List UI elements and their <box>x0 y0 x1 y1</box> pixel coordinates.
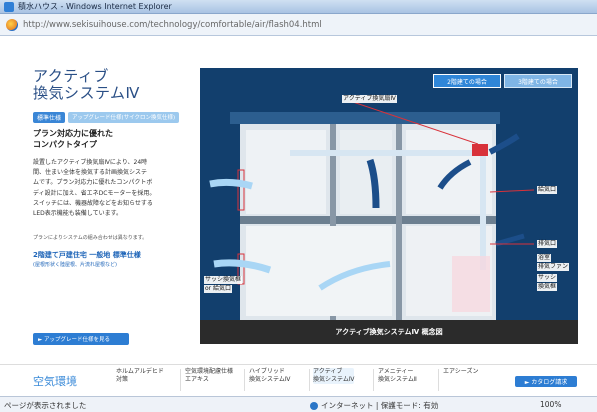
zoom-level[interactable]: 100% <box>540 400 561 409</box>
nav-item-label: 対策 <box>116 376 129 383</box>
spec-subheading: (屋根形状く陸屋根、片流れ屋根など) <box>33 262 117 268</box>
sub-heading: プラン対応力に優れた コンパクトタイプ <box>33 128 113 150</box>
sub-heading-line-1: プラン対応力に優れた <box>33 129 113 138</box>
security-zone[interactable]: インターネット | 保護モード: 有効 <box>310 400 438 411</box>
window-titlebar: 積水ハウス - Windows Internet Explorer <box>0 0 597 14</box>
callout-sash-right-2: 換気框 <box>537 283 558 291</box>
nav-item-label: 空気環境配慮仕様 <box>185 368 234 375</box>
heading-line-1: アクティブ <box>33 67 109 85</box>
nav-item-label: 換気システムⅣ <box>313 376 355 383</box>
callout-exhaust: 排気口 <box>537 240 558 248</box>
spec-heading: 2階建て戸建住宅 一般地 標準仕様 <box>33 251 141 259</box>
security-zone-label: インターネット | 保護モード: 有効 <box>321 401 439 410</box>
callout-fan: アクティブ換気扇Ⅳ <box>342 95 397 103</box>
airflow-arrow-in-1 <box>209 178 253 190</box>
nav-item-label: エアキス <box>185 376 209 383</box>
description-line: スイッチには、機器故障などをお知らせする <box>33 199 153 207</box>
ventilation-diagram: 2階建ての場合 3階建ての場合 アクティブ換気扇Ⅳ 給気口 サッシ換気框 or … <box>200 68 578 344</box>
nav-item-label: アクティブ <box>313 368 343 375</box>
description: 設置したアクティブ換気扇Ⅳにより、24時 間、住まい全体を換気する計画換気システ… <box>33 158 185 219</box>
description-line: ディ設計に加え、省エネDCモーターを採用。 <box>33 189 156 197</box>
roof <box>230 112 500 124</box>
description-line: ムです。プラン対応力に優れたコンパクトボ <box>33 179 153 187</box>
plan-note: プランによりシステムの組み合わせは異なります。 <box>33 235 148 241</box>
nav-divider <box>438 369 439 391</box>
nav-item-label: エアシーズン <box>443 368 479 375</box>
tab-3-story[interactable]: 3階建ての場合 <box>504 74 572 88</box>
address-bar[interactable]: http://www.sekisuihouse.com/technology/c… <box>0 14 597 36</box>
badge-upgrade: アップグレード仕様(サイクロン換気仕様) <box>68 112 180 123</box>
page-content: アクティブ 換気システムⅣ 標準仕様 アップグレード仕様(サイクロン換気仕様) … <box>0 36 597 364</box>
window-title: 積水ハウス - Windows Internet Explorer <box>18 2 172 11</box>
status-text: ページが表示されました <box>4 401 87 410</box>
nav-item-label: ハイブリッド <box>249 368 285 375</box>
callout-sash-left-2: or 給気口 <box>204 285 233 293</box>
section-title: 空気環境 <box>33 375 77 388</box>
nav-item-airseason[interactable]: エアシーズン <box>443 368 478 376</box>
ie-page-icon <box>6 18 18 31</box>
nav-item-label: ホルムアルデヒド <box>116 368 164 375</box>
floor-slab <box>240 216 496 224</box>
nav-item-label: アメニティー <box>378 368 414 375</box>
spec-badges: 標準仕様 アップグレード仕様(サイクロン換気仕様) <box>33 112 180 123</box>
catalog-request-button[interactable]: ► カタログ請求 <box>515 376 577 387</box>
nav-item-amenity[interactable]: アメニティー 換気システムⅡ <box>378 368 417 384</box>
bottom-navigation: 空気環境 ホルムアルデヒド 対策 空気環境配慮仕様 エアキス ハイブリッド 換気… <box>0 364 597 396</box>
nav-divider <box>309 369 310 391</box>
bathroom-area <box>452 256 490 312</box>
ventilation-fan-unit <box>472 144 488 156</box>
callout-sash-right-1: サッシ <box>537 274 558 282</box>
duct-vertical <box>480 150 486 270</box>
nav-item-label: 換気システムⅡ <box>378 376 417 383</box>
globe-icon <box>310 401 318 410</box>
diagram-caption: アクティブ換気システムⅣ 概念図 <box>200 320 578 344</box>
callout-supply: 給気口 <box>537 186 558 194</box>
room-upper-mid <box>340 130 392 214</box>
nav-item-formaldehyde[interactable]: ホルムアルデヒド 対策 <box>116 368 164 384</box>
nav-divider <box>244 369 245 391</box>
nav-item-airkis[interactable]: 空気環境配慮仕様 エアキス <box>185 368 233 384</box>
nav-item-label: 換気システムⅣ <box>249 376 291 383</box>
room-upper-left <box>246 130 326 214</box>
description-line: 間、住まい全体を換気する計画換気システ <box>33 169 148 177</box>
callout-bath-2: 排気ファン <box>537 263 570 271</box>
nav-divider <box>373 369 374 391</box>
callout-sash-left-1: サッシ換気框 <box>204 276 243 284</box>
tab-2-story[interactable]: 2階建ての場合 <box>433 74 501 88</box>
sub-heading-line-2: コンパクトタイプ <box>33 140 97 149</box>
description-line: 設置したアクティブ換気扇Ⅳにより、24時 <box>33 159 148 166</box>
badge-standard: 標準仕様 <box>33 112 66 123</box>
callout-bath-1: 浴室 <box>537 254 552 262</box>
duct-main <box>290 150 486 156</box>
upgrade-spec-button[interactable]: ► アップグレード仕様を見る <box>33 333 129 345</box>
address-url[interactable]: http://www.sekisuihouse.com/technology/c… <box>23 20 322 30</box>
nav-item-active-system[interactable]: アクティブ 換気システムⅣ <box>313 368 355 384</box>
heading-line-2: 換気システムⅣ <box>33 84 140 102</box>
nav-divider <box>180 369 181 391</box>
ie-app-icon <box>4 1 14 12</box>
status-bar: ページが表示されました インターネット | 保護モード: 有効 100% <box>0 396 597 412</box>
nav-item-hybrid[interactable]: ハイブリッド 換気システムⅣ <box>249 368 290 384</box>
description-line: LED表示機能も装備しています。 <box>33 210 122 218</box>
page-heading: アクティブ 換気システムⅣ <box>33 68 140 102</box>
room-upper-right <box>406 130 492 214</box>
house-illustration <box>200 68 578 344</box>
